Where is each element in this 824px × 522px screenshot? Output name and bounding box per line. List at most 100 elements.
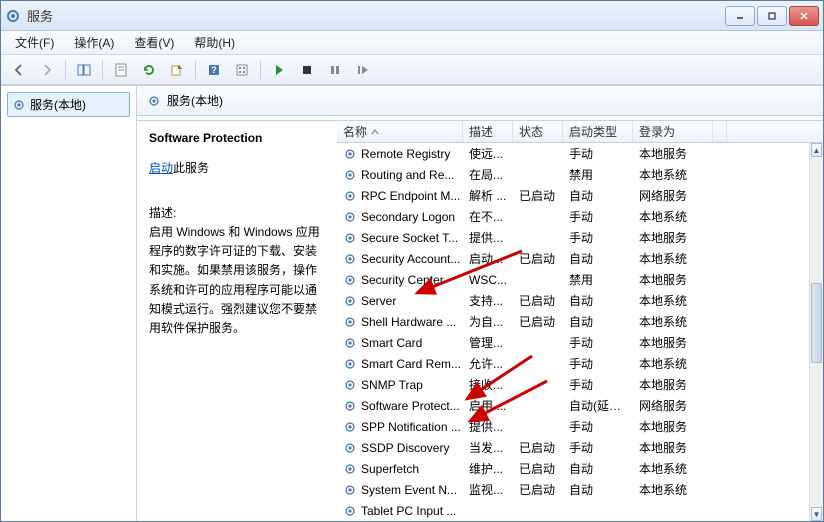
forward-button[interactable] (35, 58, 59, 82)
cell-name: Remote Registry (337, 147, 463, 161)
service-row-icon (343, 378, 357, 392)
cell-logon: 本地服务 (633, 439, 713, 456)
cell-startup: 自动 (563, 481, 633, 498)
service-row[interactable]: Remote Registry使远...手动本地服务 (337, 143, 823, 164)
refresh-button[interactable] (137, 58, 161, 82)
service-row-icon (343, 399, 357, 413)
restart-service-button[interactable] (351, 58, 375, 82)
start-service-button[interactable] (267, 58, 291, 82)
cell-logon: 本地服务 (633, 229, 713, 246)
menu-file[interactable]: 文件(F) (7, 31, 62, 54)
back-button[interactable] (7, 58, 31, 82)
cell-desc: 使远... (463, 145, 513, 162)
cell-name: Tablet PC Input ... (337, 504, 463, 518)
service-row-icon (343, 231, 357, 245)
vertical-scrollbar[interactable]: ▲ ▼ (809, 143, 823, 521)
cell-startup: 手动 (563, 145, 633, 162)
service-row[interactable]: System Event N...监视...已启动自动本地系统 (337, 479, 823, 500)
cell-startup: 自动 (563, 292, 633, 309)
toolbar-separator (260, 60, 261, 80)
cell-logon: 本地系统 (633, 355, 713, 372)
cell-desc: 管理... (463, 334, 513, 351)
service-row[interactable]: Tablet PC Input ... (337, 500, 823, 521)
service-row[interactable]: SNMP Trap接收...手动本地服务 (337, 374, 823, 395)
service-row[interactable]: Secondary Logon在不...手动本地系统 (337, 206, 823, 227)
menu-help[interactable]: 帮助(H) (186, 31, 243, 54)
service-row[interactable]: RPC Endpoint M...解析 ...已启动自动网络服务 (337, 185, 823, 206)
export-button[interactable] (165, 58, 189, 82)
cell-logon: 本地服务 (633, 418, 713, 435)
cell-startup: 手动 (563, 376, 633, 393)
cell-logon: 本地系统 (633, 166, 713, 183)
service-row[interactable]: SPP Notification ...提供...手动本地服务 (337, 416, 823, 437)
cell-startup: 手动 (563, 439, 633, 456)
toolbar: ? (1, 55, 823, 85)
service-row[interactable]: Smart Card Rem...允许...手动本地系统 (337, 353, 823, 374)
help-button[interactable]: ? (202, 58, 226, 82)
col-desc[interactable]: 描述 (463, 121, 513, 142)
cell-desc: 当发... (463, 439, 513, 456)
cell-name: RPC Endpoint M... (337, 189, 463, 203)
options-button[interactable] (230, 58, 254, 82)
cell-desc: WSC... (463, 273, 513, 287)
cell-desc: 监视... (463, 481, 513, 498)
service-row[interactable]: Server支持...已启动自动本地系统 (337, 290, 823, 311)
menubar: 文件(F) 操作(A) 查看(V) 帮助(H) (1, 31, 823, 55)
cell-status: 已启动 (513, 481, 563, 498)
menu-view[interactable]: 查看(V) (126, 31, 182, 54)
service-row[interactable]: Security Account...启动...已启动自动本地系统 (337, 248, 823, 269)
start-service-line: 启动此服务 (149, 159, 325, 176)
service-row-icon (343, 189, 357, 203)
col-status[interactable]: 状态 (513, 121, 563, 142)
tree-root-item[interactable]: 服务(本地) (7, 92, 130, 117)
content-pane: 服务(本地) Software Protection 启动此服务 描述: 启用 … (137, 86, 823, 521)
cell-desc: 接收... (463, 376, 513, 393)
service-row-icon (343, 462, 357, 476)
properties-button[interactable] (109, 58, 133, 82)
start-service-link[interactable]: 启动 (149, 161, 173, 175)
col-spacer (713, 121, 727, 142)
scroll-up-button[interactable]: ▲ (811, 143, 822, 157)
cell-desc: 在局... (463, 166, 513, 183)
cell-desc: 提供... (463, 229, 513, 246)
maximize-button[interactable] (757, 6, 787, 26)
service-row[interactable]: Smart Card管理... 手动本地服务 (337, 332, 823, 353)
cell-name: Routing and Re... (337, 168, 463, 182)
service-row[interactable]: Superfetch维护...已启动自动本地系统 (337, 458, 823, 479)
cell-name: Smart Card (337, 336, 463, 350)
service-row[interactable]: Secure Socket T...提供...手动本地服务 (337, 227, 823, 248)
pause-service-button[interactable] (323, 58, 347, 82)
stop-service-button[interactable] (295, 58, 319, 82)
menu-action[interactable]: 操作(A) (66, 31, 122, 54)
service-row[interactable]: SSDP Discovery当发...已启动手动本地服务 (337, 437, 823, 458)
cell-startup: 手动 (563, 334, 633, 351)
service-row[interactable]: Software Protect...启用 ...自动(延迟...网络服务 (337, 395, 823, 416)
service-row[interactable]: Routing and Re...在局...禁用本地系统 (337, 164, 823, 185)
services-app-icon (5, 8, 21, 24)
scroll-thumb[interactable] (811, 283, 822, 363)
col-logon[interactable]: 登录为 (633, 121, 713, 142)
cell-desc: 支持... (463, 292, 513, 309)
close-button[interactable] (789, 6, 819, 26)
cell-logon: 本地系统 (633, 292, 713, 309)
cell-logon: 本地系统 (633, 208, 713, 225)
service-row-icon (343, 315, 357, 329)
minimize-button[interactable] (725, 6, 755, 26)
toolbar-separator (65, 60, 66, 80)
scroll-down-button[interactable]: ▼ (811, 507, 822, 521)
window-buttons (725, 6, 819, 26)
service-row[interactable]: Security CenterWSC...禁用本地服务 (337, 269, 823, 290)
cell-logon: 本地服务 (633, 334, 713, 351)
cell-name: Superfetch (337, 462, 463, 476)
cell-name: Shell Hardware ... (337, 315, 463, 329)
service-row[interactable]: Shell Hardware ...为自...已启动自动本地系统 (337, 311, 823, 332)
cell-startup: 自动 (563, 460, 633, 477)
service-row-icon (343, 168, 357, 182)
col-name[interactable]: 名称 (337, 121, 463, 142)
tree-root-label: 服务(本地) (30, 96, 86, 113)
col-startup[interactable]: 启动类型 (563, 121, 633, 142)
cell-status: 已启动 (513, 187, 563, 204)
cell-startup: 手动 (563, 418, 633, 435)
cell-name: Secure Socket T... (337, 231, 463, 245)
show-hide-tree-button[interactable] (72, 58, 96, 82)
